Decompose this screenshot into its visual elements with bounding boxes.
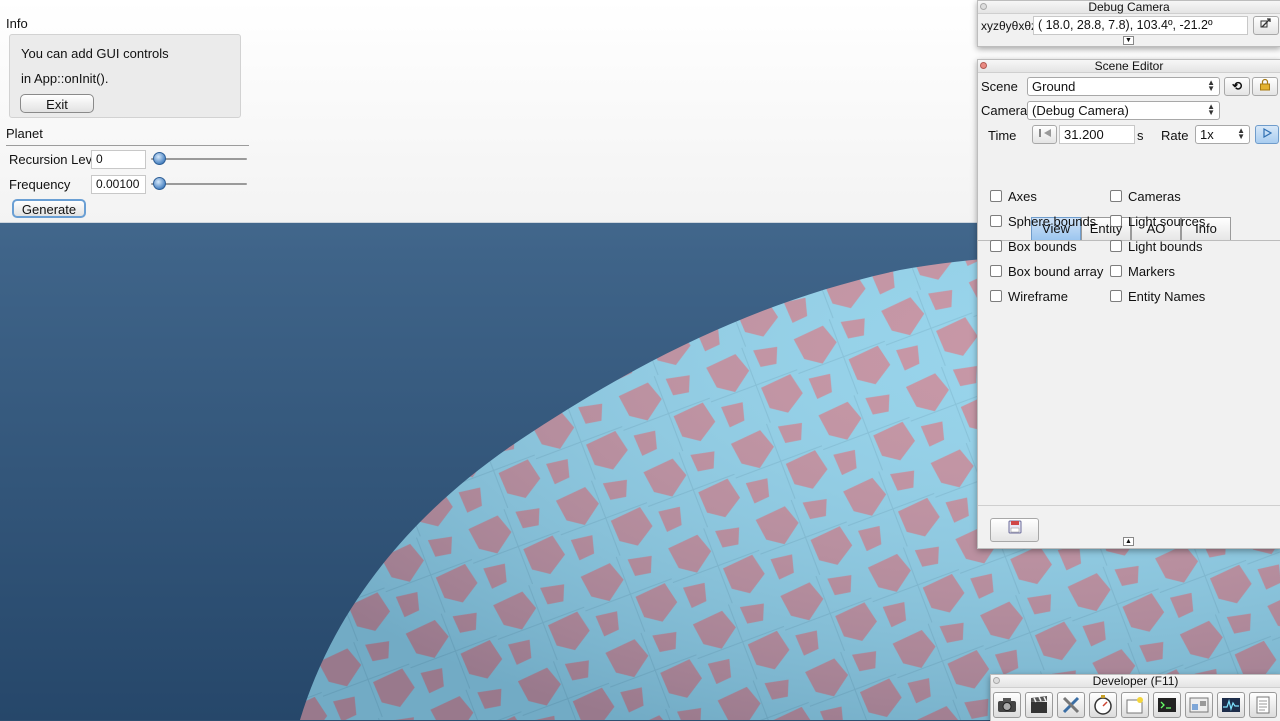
entity-names-checkbox[interactable] [1110,290,1122,302]
light-sources-checkbox[interactable] [1110,215,1122,227]
developer-title: Developer (F11) [991,675,1280,688]
stopwatch-icon[interactable] [1089,692,1117,718]
console-icon[interactable] [1153,692,1181,718]
close-icon[interactable] [993,677,1000,684]
rate-dropdown[interactable]: 1x ▲ ▼ [1195,125,1250,144]
debug-camera-window: Debug Camera xyzθyθxθz ( 18.0, 28.8, 7.8… [977,0,1280,47]
wireframe-checkbox[interactable] [990,290,1002,302]
info-line-1: You can add GUI controls [21,46,169,61]
scene-graph-icon[interactable] [1185,692,1213,718]
footer-divider [978,505,1280,506]
recursion-level-slider-thumb[interactable] [153,152,166,165]
new-window-icon[interactable] [1121,692,1149,718]
expand-down-icon[interactable]: ▼ [1123,36,1134,45]
profiler-icon[interactable] [1217,692,1245,718]
copy-camera-icon[interactable] [1253,16,1279,35]
camera-axis-label: xyzθyθxθz [981,19,1038,33]
film-clapper-icon[interactable] [1025,692,1053,718]
scene-label: Scene [981,79,1018,94]
frequency-slider-thumb[interactable] [153,177,166,190]
rewind-icon[interactable] [1032,125,1057,144]
rate-dropdown-value: 1x [1200,127,1214,142]
log-icon[interactable] [1249,692,1277,718]
frequency-label: Frequency [9,177,71,192]
updown-arrows-icon: ▲ ▼ [1207,78,1215,93]
debug-camera-title: Debug Camera [978,1,1280,14]
box-bounds-label: Box bounds [1008,239,1077,254]
box-bound-array-label: Box bound array [1008,264,1104,279]
cameras-checkbox[interactable] [1110,190,1122,202]
reload-icon[interactable]: ⟲ [1224,77,1250,96]
frequency-field[interactable]: 0.00100 [91,175,146,194]
box-bound-array-checkbox[interactable] [990,265,1002,277]
close-icon[interactable] [980,3,987,10]
camera-icon[interactable] [993,692,1021,718]
scene-dropdown[interactable]: Ground ▲ ▼ [1027,77,1220,96]
divider [6,145,249,146]
recursion-level-field[interactable]: 0 [91,150,146,169]
camera-dropdown[interactable]: (Debug Camera) ▲ ▼ [1027,101,1220,120]
axes-checkbox[interactable] [990,190,1002,202]
planet-title: Planet [6,126,43,141]
scene-editor-window: Scene Editor Scene Ground ▲ ▼ ⟲ Camera (D… [977,59,1280,549]
wireframe-label: Wireframe [1008,289,1068,304]
collapse-up-icon[interactable]: ▲ [1123,537,1134,546]
camera-label: Camera [981,103,1028,118]
rate-label: Rate [1161,128,1189,143]
time-unit: s [1137,128,1144,143]
info-title: Info [6,16,28,31]
camera-dropdown-value: (Debug Camera) [1032,103,1129,118]
exit-button[interactable]: Exit [20,94,94,113]
camera-coordinates-field[interactable]: ( 18.0, 28.8, 7.8), 103.4º, -21.2º [1033,16,1248,35]
scene-dropdown-value: Ground [1032,79,1076,94]
info-line-2: in App::onInit(). [21,71,109,86]
save-icon[interactable] [990,518,1039,542]
lock-icon[interactable] [1252,77,1278,96]
markers-label: Markers [1128,264,1175,279]
box-bounds-checkbox[interactable] [990,240,1002,252]
generate-button[interactable]: Generate [12,199,86,218]
close-icon[interactable] [980,62,987,69]
time-label: Time [988,128,1017,143]
developer-window: Developer (F11) [990,674,1280,721]
play-icon[interactable] [1255,125,1279,144]
axes-label: Axes [1008,189,1037,204]
light-sources-label: Light sources [1128,214,1206,229]
time-field[interactable]: 31.200 [1059,125,1135,144]
updown-arrows-icon: ▲ ▼ [1237,126,1245,141]
sphere-bounds-checkbox[interactable] [990,215,1002,227]
markers-checkbox[interactable] [1110,265,1122,277]
tools-icon[interactable] [1057,692,1085,718]
scene-editor-title: Scene Editor [978,60,1280,73]
cameras-label: Cameras [1128,189,1181,204]
entity-names-label: Entity Names [1128,289,1206,304]
light-bounds-label: Light bounds [1128,239,1203,254]
sphere-bounds-label: Sphere bounds [1008,214,1097,229]
recursion-level-label: Recursion Level [9,152,103,167]
light-bounds-checkbox[interactable] [1110,240,1122,252]
updown-arrows-icon: ▲ ▼ [1207,102,1215,117]
